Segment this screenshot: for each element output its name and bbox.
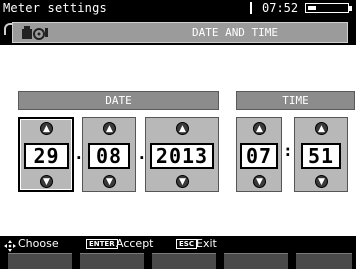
battery-level [308,6,316,10]
year-down-arrow-icon[interactable]: ▼ [176,175,189,188]
accept-label: Accept [116,237,154,250]
choose-label: Choose [18,237,59,250]
choose-arrows-icon [4,237,16,252]
enter-key-badge: ENTER [86,239,118,249]
year-field[interactable]: ▲ 2013 ▼ [145,117,219,192]
hour-down-arrow-icon[interactable]: ▼ [253,175,266,188]
title-separator [250,2,252,14]
hour-field[interactable]: ▲ 07 ▼ [236,117,282,192]
window-title: Meter settings [3,1,107,15]
battery-tip [349,6,352,11]
month-up-arrow-icon[interactable]: ▲ [103,122,116,135]
hour-value[interactable]: 07 [240,143,278,169]
settings-tools-icon [20,24,50,41]
softkey-1[interactable] [8,253,72,269]
header-corner [4,23,12,35]
minute-up-arrow-icon[interactable]: ▲ [315,122,328,135]
softkey-4[interactable] [224,253,288,269]
minute-field[interactable]: ▲ 51 ▼ [294,117,348,192]
softkey-2[interactable] [80,253,144,269]
date-section-label: DATE [18,91,219,110]
hour-up-arrow-icon[interactable]: ▲ [253,122,266,135]
battery-icon [305,3,349,13]
clock-readout: 07:52 [262,1,299,15]
day-field[interactable]: ▲ 29 ▼ [18,117,74,192]
month-down-arrow-icon[interactable]: ▼ [103,175,116,188]
exit-label: Exit [196,237,217,250]
month-value[interactable]: 08 [88,143,130,169]
time-separator: : [283,141,293,160]
minute-down-arrow-icon[interactable]: ▼ [315,175,328,188]
year-value[interactable]: 2013 [150,143,214,169]
softkey-3[interactable] [152,253,216,269]
softkey-5[interactable] [296,253,352,269]
day-up-arrow-icon[interactable]: ▲ [40,122,53,135]
year-up-arrow-icon[interactable]: ▲ [176,122,189,135]
day-value[interactable]: 29 [24,143,69,169]
page-title: DATE AND TIME [191,26,279,39]
esc-key-badge: ESC [176,239,197,249]
day-down-arrow-icon[interactable]: ▼ [40,175,53,188]
month-field[interactable]: ▲ 08 ▼ [82,117,136,192]
minute-value[interactable]: 51 [301,143,341,169]
time-section-label: TIME [236,91,355,110]
